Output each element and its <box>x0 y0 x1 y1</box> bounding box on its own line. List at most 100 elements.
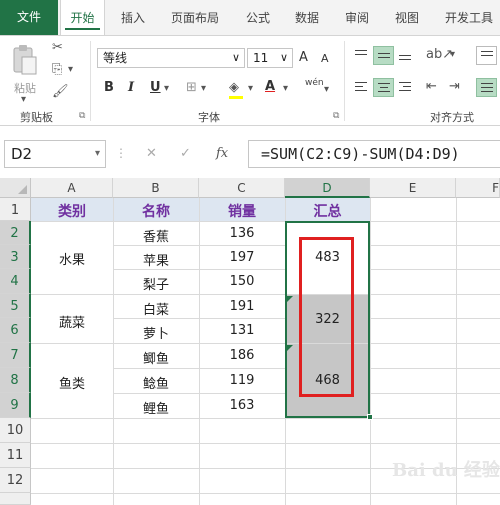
underline-button[interactable]: U <box>150 80 161 95</box>
cancel-icon[interactable]: ✕ <box>146 146 157 161</box>
increase-indent-icon[interactable]: ⇥ <box>449 79 460 95</box>
tab-file[interactable]: 文件 <box>0 0 58 35</box>
copy-dropdown-icon[interactable]: ▾ <box>68 64 73 75</box>
sales-cell[interactable]: 131 <box>199 323 285 338</box>
sales-cell[interactable]: 191 <box>199 299 285 314</box>
clipboard-launcher-icon[interactable]: ⧉ <box>79 111 85 121</box>
header-cell-total[interactable]: 汇总 <box>285 201 370 221</box>
enter-icon[interactable]: ✓ <box>180 146 191 161</box>
underline-dropdown-icon[interactable]: ▾ <box>164 83 169 94</box>
ribbon-tab-bar: 文件 开始 插入 页面布局 公式 数据 审阅 视图 开发工具 <box>0 0 500 35</box>
column-header-a[interactable]: A <box>31 178 113 198</box>
border-icon[interactable]: ⊞ <box>186 80 197 96</box>
name-cell[interactable]: 鲶鱼 <box>113 373 199 392</box>
name-cell[interactable]: 苹果 <box>113 250 199 269</box>
fill-color-swatch <box>229 96 243 99</box>
grow-font-button[interactable]: A <box>299 50 308 65</box>
column-header-e[interactable]: E <box>370 178 456 198</box>
orientation-dropdown-icon[interactable]: ▾ <box>450 49 455 60</box>
formula-input[interactable]: =SUM(C2:C9)-SUM(D4:D9) <box>248 140 500 168</box>
copy-icon[interactable]: ⎘ <box>52 62 62 78</box>
row-header-6[interactable]: 6 <box>0 318 31 343</box>
fill-color-icon[interactable]: ◈ <box>229 80 239 96</box>
merge-center-button[interactable] <box>476 78 497 97</box>
sales-cell[interactable]: 163 <box>199 398 285 413</box>
sales-cell[interactable]: 186 <box>199 348 285 363</box>
header-cell-name[interactable]: 名称 <box>113 201 199 221</box>
font-name-select[interactable]: 等线 ∨ <box>97 48 245 68</box>
name-cell[interactable]: 鲫鱼 <box>113 348 199 367</box>
paste-dropdown-icon: ▾ <box>21 94 27 105</box>
sales-cell[interactable]: 197 <box>199 250 285 265</box>
wrap-text-button[interactable] <box>476 46 497 65</box>
header-cell-sales[interactable]: 销量 <box>199 201 285 221</box>
font-size-select[interactable]: 11 ∨ <box>247 48 293 68</box>
row-header-12[interactable]: 12 <box>0 468 31 493</box>
gridline <box>370 198 371 505</box>
tab-formulas[interactable]: 公式 <box>246 0 270 35</box>
column-header-d[interactable]: D <box>285 178 370 198</box>
fill-color-dropdown-icon[interactable]: ▾ <box>248 83 253 94</box>
gridline <box>31 443 500 444</box>
name-cell[interactable]: 香蕉 <box>113 226 199 245</box>
align-right-button[interactable] <box>395 78 416 97</box>
insert-function-button[interactable]: fx <box>216 146 228 161</box>
align-center-button[interactable] <box>373 78 394 97</box>
tab-view[interactable]: 视图 <box>395 0 419 35</box>
name-cell[interactable]: 梨子 <box>113 274 199 293</box>
phonetic-button[interactable]: wén <box>305 78 324 88</box>
row-header-8[interactable]: 8 <box>0 368 31 393</box>
shrink-font-button[interactable]: A <box>321 52 329 65</box>
row-header-1[interactable]: 1 <box>0 198 31 221</box>
column-header-b[interactable]: B <box>113 178 199 198</box>
header-cell-category[interactable]: 类别 <box>31 201 113 221</box>
align-middle-button[interactable] <box>373 46 394 65</box>
tab-review[interactable]: 审阅 <box>345 0 369 35</box>
name-cell[interactable]: 萝卜 <box>113 323 199 342</box>
name-cell[interactable]: 鲤鱼 <box>113 398 199 417</box>
category-cell: 蔬菜 <box>58 316 85 331</box>
row-header-3[interactable]: 3 <box>0 245 31 269</box>
font-color-dropdown-icon[interactable]: ▾ <box>283 83 288 94</box>
sales-cell[interactable]: 119 <box>199 373 285 388</box>
align-bottom-button[interactable] <box>395 46 416 65</box>
row-header-7[interactable]: 7 <box>0 343 31 368</box>
format-painter-icon[interactable]: 🖌 <box>52 84 69 100</box>
row-header-4[interactable]: 4 <box>0 269 31 294</box>
fill-handle[interactable] <box>367 414 373 420</box>
row-header-9[interactable]: 9 <box>0 393 31 418</box>
select-all-button[interactable] <box>0 178 31 198</box>
ribbon-home: 粘贴 ▾ ✂ ⎘ ▾ 🖌 剪贴板 ⧉ 等线 ∨ 11 ∨ A A B I U ▾… <box>0 35 500 126</box>
sales-cell[interactable]: 136 <box>199 226 285 241</box>
font-size-value: 11 <box>253 51 269 65</box>
row-header-2[interactable]: 2 <box>0 221 31 245</box>
tab-developer[interactable]: 开发工具 <box>445 0 493 35</box>
row-header-11[interactable]: 11 <box>0 443 31 468</box>
decrease-indent-icon[interactable]: ⇤ <box>426 79 437 95</box>
paste-button[interactable]: 粘贴 ▾ <box>8 42 42 105</box>
clipboard-group-label: 剪贴板 <box>20 111 53 124</box>
row-header-10[interactable]: 10 <box>0 418 31 443</box>
align-top-button[interactable] <box>351 46 372 65</box>
name-cell[interactable]: 白菜 <box>113 299 199 318</box>
bold-button[interactable]: B <box>104 80 114 95</box>
tab-home[interactable]: 开始 <box>60 0 105 35</box>
cut-icon[interactable]: ✂ <box>52 40 63 56</box>
tab-insert[interactable]: 插入 <box>121 0 145 35</box>
align-left-button[interactable] <box>351 78 372 97</box>
column-header-c[interactable]: C <box>199 178 285 198</box>
category-cell: 水果 <box>58 253 85 268</box>
font-color-button[interactable]: A <box>265 79 275 94</box>
row-header-5[interactable]: 5 <box>0 294 31 318</box>
border-dropdown-icon[interactable]: ▾ <box>201 83 206 94</box>
more-options-icon[interactable]: ⋮ <box>115 146 127 160</box>
font-launcher-icon[interactable]: ⧉ <box>333 111 339 121</box>
name-box[interactable]: D2 ▾ <box>4 140 106 168</box>
row-header-13[interactable] <box>0 493 31 505</box>
sales-cell[interactable]: 150 <box>199 274 285 289</box>
tab-page-layout[interactable]: 页面布局 <box>171 0 219 35</box>
phonetic-dropdown-icon[interactable]: ▾ <box>324 84 329 95</box>
tab-data[interactable]: 数据 <box>295 0 319 35</box>
italic-button[interactable]: I <box>128 80 134 95</box>
column-header-f[interactable]: F <box>456 178 500 198</box>
